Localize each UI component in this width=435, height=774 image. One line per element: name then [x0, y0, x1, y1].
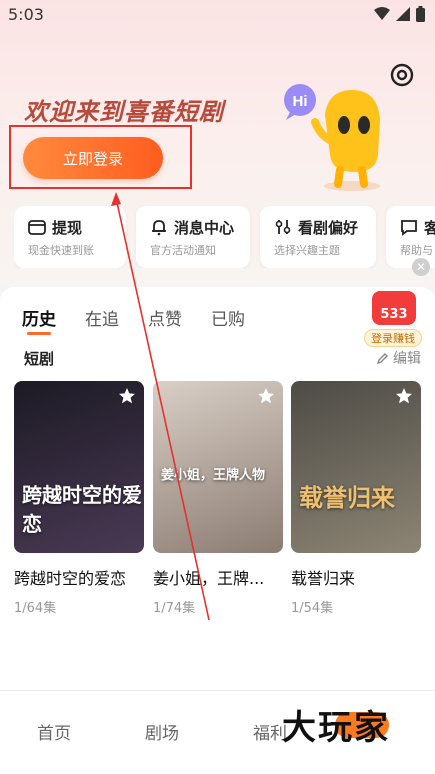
watermark-logo: 大玩家	[282, 708, 390, 748]
status-icons	[374, 6, 425, 22]
card-customer-service[interactable]: 客 帮助与	[386, 206, 435, 268]
drama-poster[interactable]: 载誉归来	[291, 381, 421, 553]
welcome-title: 欢迎来到喜番短剧	[24, 98, 224, 126]
quick-cards-row: 提现 现金快速到账 消息中心 官方活动通知 看剧偏好 选择兴趣主题 客 帮助与	[14, 206, 435, 268]
card-title: 看剧偏好	[298, 219, 359, 237]
bell-icon	[152, 220, 166, 236]
drama-progress: 1/64集	[14, 601, 57, 616]
signal-icon	[396, 7, 410, 21]
wallet-icon	[28, 220, 46, 235]
card-subtitle: 现金快速到账	[28, 244, 94, 257]
drama-card[interactable]: 载誉归来 载誉归来 1/54集	[291, 381, 421, 616]
card-preferences[interactable]: 看剧偏好 选择兴趣主题	[260, 206, 376, 268]
history-panel: 历史 在追 点赞 已购 533 登录赚钱 短剧 编辑 跨越时空的爱恋 跨越时空的…	[0, 287, 435, 707]
star-icon[interactable]	[118, 387, 136, 405]
star-icon[interactable]	[395, 387, 413, 405]
tab-purchased[interactable]: 已购	[211, 305, 245, 330]
edit-button[interactable]: 编辑	[376, 348, 421, 368]
card-subtitle: 选择兴趣主题	[274, 244, 340, 257]
drama-progress: 1/54集	[291, 601, 334, 616]
wifi-icon	[374, 7, 390, 20]
close-icon[interactable]: ✕	[412, 258, 430, 276]
drama-title: 姜小姐，王牌...	[153, 569, 265, 588]
chat-icon	[401, 220, 417, 236]
pencil-icon	[376, 352, 388, 364]
section-title: 短剧	[24, 350, 55, 368]
card-title: 提现	[52, 219, 83, 237]
drama-progress: 1/74集	[153, 601, 196, 616]
sliders-icon	[275, 220, 291, 234]
nav-theater[interactable]: 剧场	[145, 719, 179, 744]
drama-card[interactable]: 姜小姐，王牌人物 姜小姐，王牌... 1/74集	[153, 381, 283, 616]
card-title: 消息中心	[174, 219, 235, 237]
login-button[interactable]: 立即登录	[23, 137, 163, 179]
card-title: 客	[424, 219, 435, 237]
drama-poster[interactable]: 跨越时空的爱恋	[14, 381, 144, 553]
edit-label: 编辑	[393, 351, 421, 367]
tab-liked[interactable]: 点赞	[148, 305, 182, 330]
poster-title: 载誉归来	[299, 484, 395, 512]
star-icon[interactable]	[257, 387, 275, 405]
reward-count: 533	[380, 307, 408, 322]
poster-title: 姜小姐，王牌人物	[161, 468, 266, 483]
nav-home[interactable]: 首页	[37, 719, 71, 744]
card-subtitle: 帮助与	[400, 244, 433, 257]
status-bar: 5:03	[0, 0, 435, 32]
drama-title: 跨越时空的爱恋	[14, 569, 127, 588]
card-subtitle: 官方活动通知	[150, 244, 216, 257]
battery-icon	[416, 6, 425, 22]
card-messages[interactable]: 消息中心 官方活动通知	[136, 206, 250, 268]
reward-badge[interactable]: 533 登录赚钱	[364, 287, 422, 349]
mascot-bubble-text: Hi	[293, 93, 308, 110]
drama-title: 载誉归来	[291, 569, 356, 588]
status-time: 5:03	[8, 5, 44, 24]
poster-title: 跨越时空的爱恋	[22, 483, 142, 536]
card-withdraw[interactable]: 提现 现金快速到账	[14, 206, 126, 268]
tab-following[interactable]: 在追	[85, 305, 119, 330]
mascot-illustration: Hi	[284, 84, 380, 191]
active-tab-indicator	[27, 332, 51, 335]
tab-history[interactable]: 历史	[22, 305, 56, 330]
drama-card[interactable]: 跨越时空的爱恋 跨越时空的爱恋 1/64集	[14, 381, 144, 616]
drama-poster[interactable]: 姜小姐，王牌人物	[153, 381, 283, 553]
reward-label: 登录赚钱	[364, 329, 422, 347]
